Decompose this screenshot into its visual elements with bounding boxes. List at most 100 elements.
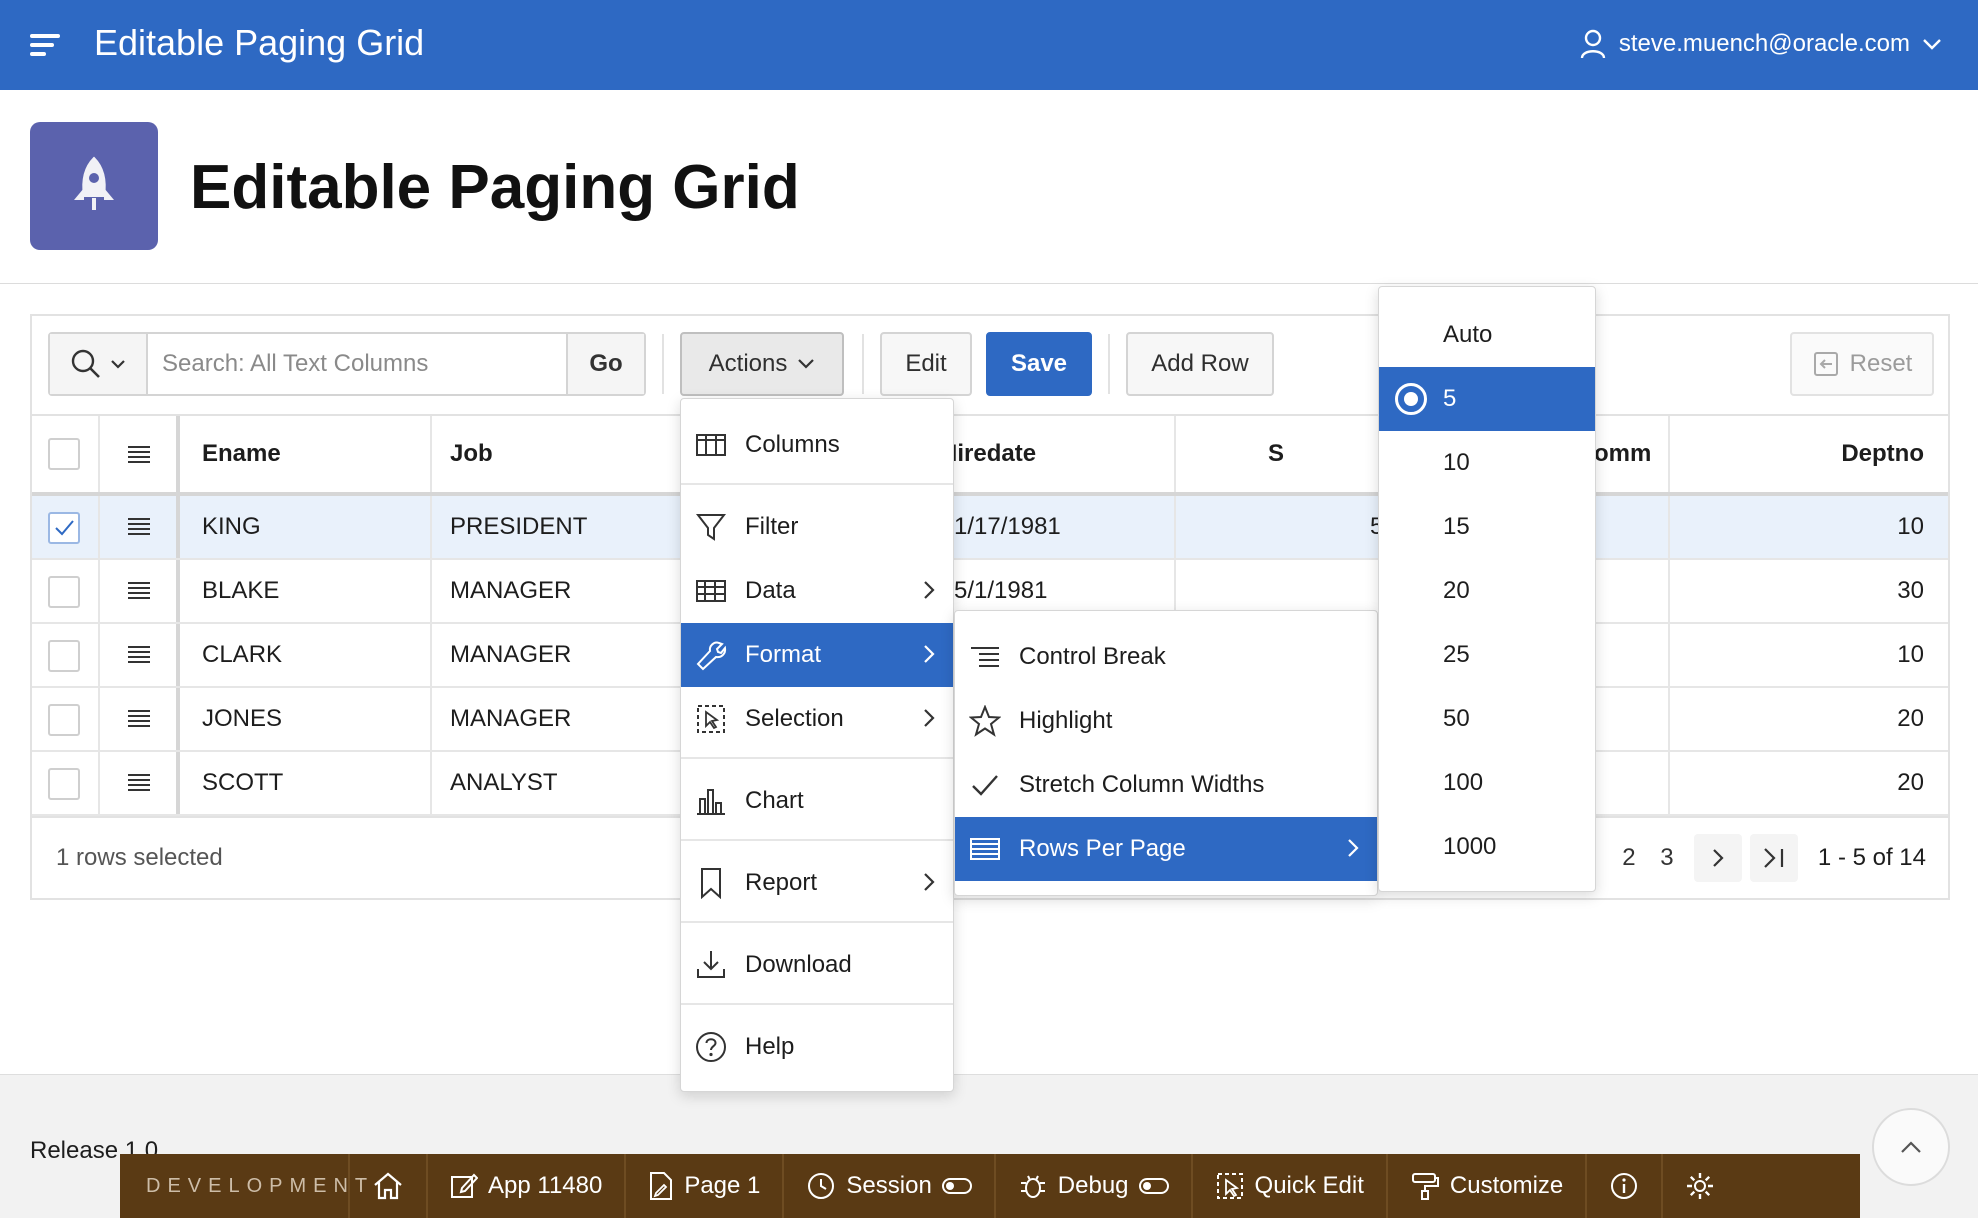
reset-button[interactable]: Reset <box>1790 332 1934 396</box>
table-row[interactable]: KING PRESIDENT 1/17/1981 500 10 <box>32 496 1948 560</box>
settings-button[interactable] <box>1661 1154 1737 1218</box>
column-header-ename[interactable]: Ename <box>202 416 281 492</box>
rows-option-25[interactable]: 25 <box>1379 623 1595 687</box>
cell-job[interactable]: MANAGER <box>450 688 571 750</box>
column-header-job[interactable]: Job <box>450 416 493 492</box>
row-actions-icon[interactable] <box>126 770 152 796</box>
cell-job[interactable]: MANAGER <box>450 560 571 622</box>
edit-button[interactable]: Edit <box>880 332 972 396</box>
rows-option-100[interactable]: 100 <box>1379 751 1595 815</box>
go-button[interactable]: Go <box>566 334 644 394</box>
user-icon <box>1579 29 1607 59</box>
rows-option-auto[interactable]: Auto <box>1379 303 1595 367</box>
customize-button[interactable]: Customize <box>1385 1154 1585 1218</box>
app-button[interactable]: App 11480 <box>426 1154 624 1218</box>
rows-option-1000[interactable]: 1000 <box>1379 815 1595 879</box>
home-icon <box>372 1171 404 1201</box>
debug-button[interactable]: Debug <box>993 1154 1191 1218</box>
cell-ename[interactable]: BLAKE <box>202 560 279 622</box>
cell-hiredate[interactable]: 1/17/1981 <box>954 496 1061 558</box>
column-header-hiredate[interactable]: Hiredate <box>940 416 1036 492</box>
menu-item-rows-per-page[interactable]: Rows Per Page <box>955 817 1377 881</box>
cell-job[interactable]: PRESIDENT <box>450 496 587 558</box>
column-header-comm[interactable]: omm <box>1594 416 1651 492</box>
cell-ename[interactable]: CLARK <box>202 624 282 686</box>
last-page-icon[interactable] <box>1749 834 1798 882</box>
rows-option-10[interactable]: 10 <box>1379 431 1595 495</box>
row-checkbox[interactable] <box>48 768 80 800</box>
menu-item-help[interactable]: Help <box>681 1015 953 1079</box>
row-checkbox[interactable] <box>48 704 80 736</box>
menu-item-columns[interactable]: Columns <box>681 413 953 477</box>
menu-item-filter[interactable]: Filter <box>681 495 953 559</box>
menu-item-download[interactable]: Download <box>681 933 953 997</box>
debug-toggle[interactable] <box>1138 1178 1169 1194</box>
column-divider <box>98 624 100 686</box>
row-actions-icon[interactable] <box>126 578 152 604</box>
menu-item-format[interactable]: Format <box>681 623 953 687</box>
menu-item-label: 25 <box>1443 641 1470 668</box>
rows-option-20[interactable]: 20 <box>1379 559 1595 623</box>
cell-ename[interactable]: SCOTT <box>202 752 283 814</box>
session-label: Session <box>846 1172 932 1199</box>
row-actions-icon[interactable] <box>126 514 152 540</box>
add-row-button[interactable]: Add Row <box>1126 332 1274 396</box>
menu-item-stretch-column-widths[interactable]: Stretch Column Widths <box>955 753 1377 817</box>
cell-sal[interactable]: 500 <box>1182 496 1410 558</box>
column-header-deptno[interactable]: Deptno <box>1682 416 1924 492</box>
cell-ename[interactable]: JONES <box>202 688 282 750</box>
menu-icon[interactable] <box>28 28 64 62</box>
page-link-2[interactable]: 2 <box>1610 844 1648 872</box>
search-input[interactable] <box>148 334 566 394</box>
column-divider <box>1174 416 1176 492</box>
rows-option-15[interactable]: 15 <box>1379 495 1595 559</box>
bookmark-icon <box>695 867 727 899</box>
user-menu[interactable]: steve.muench@oracle.com <box>1579 24 1942 64</box>
row-checkbox[interactable] <box>48 512 80 544</box>
column-divider <box>98 752 100 814</box>
column-divider <box>430 416 432 492</box>
column-header-sal[interactable]: S <box>1268 416 1284 492</box>
page-link-3[interactable]: 3 <box>1648 844 1686 872</box>
menu-item-label: Control Break <box>1019 643 1166 670</box>
rows-option-50[interactable]: 50 <box>1379 687 1595 751</box>
menu-item-control-break[interactable]: Control Break <box>955 625 1377 689</box>
menu-item-report[interactable]: Report <box>681 851 953 915</box>
row-actions-icon[interactable] <box>126 706 152 732</box>
actions-button[interactable]: Actions <box>680 332 844 396</box>
scroll-to-top-button[interactable] <box>1872 1108 1950 1186</box>
row-actions-icon[interactable] <box>126 642 152 668</box>
column-divider <box>176 560 180 622</box>
cell-deptno[interactable]: 10 <box>1682 624 1924 686</box>
row-checkbox[interactable] <box>48 640 80 672</box>
chevron-up-icon <box>1900 1140 1922 1154</box>
info-button[interactable] <box>1585 1154 1661 1218</box>
cell-ename[interactable]: KING <box>202 496 261 558</box>
grid-header: Ename Job Hiredate S omm Deptno <box>32 414 1948 496</box>
menu-item-selection[interactable]: Selection <box>681 687 953 751</box>
cell-job[interactable]: MANAGER <box>450 624 571 686</box>
page-button[interactable]: Page 1 <box>624 1154 782 1218</box>
cell-deptno[interactable]: 30 <box>1682 560 1924 622</box>
menu-separator <box>681 839 953 841</box>
search-column-selector[interactable] <box>50 334 148 394</box>
select-all-checkbox[interactable] <box>48 438 80 470</box>
home-button[interactable] <box>348 1154 426 1218</box>
quick-edit-button[interactable]: Quick Edit <box>1190 1154 1386 1218</box>
next-page-icon[interactable] <box>1693 834 1742 882</box>
cell-deptno[interactable]: 20 <box>1682 752 1924 814</box>
session-button[interactable]: Session <box>782 1154 993 1218</box>
app-title[interactable]: Editable Paging Grid <box>94 22 424 64</box>
session-toggle[interactable] <box>941 1178 972 1194</box>
cell-deptno[interactable]: 20 <box>1682 688 1924 750</box>
menu-item-chart[interactable]: Chart <box>681 769 953 833</box>
row-checkbox[interactable] <box>48 576 80 608</box>
menu-item-data[interactable]: Data <box>681 559 953 623</box>
rows-option-5[interactable]: 5 <box>1379 367 1595 431</box>
cell-job[interactable]: ANALYST <box>450 752 558 814</box>
menu-separator <box>681 1003 953 1005</box>
menu-item-highlight[interactable]: Highlight <box>955 689 1377 753</box>
save-button[interactable]: Save <box>986 332 1092 396</box>
chevron-right-icon <box>923 707 935 729</box>
cell-deptno[interactable]: 10 <box>1682 496 1924 558</box>
